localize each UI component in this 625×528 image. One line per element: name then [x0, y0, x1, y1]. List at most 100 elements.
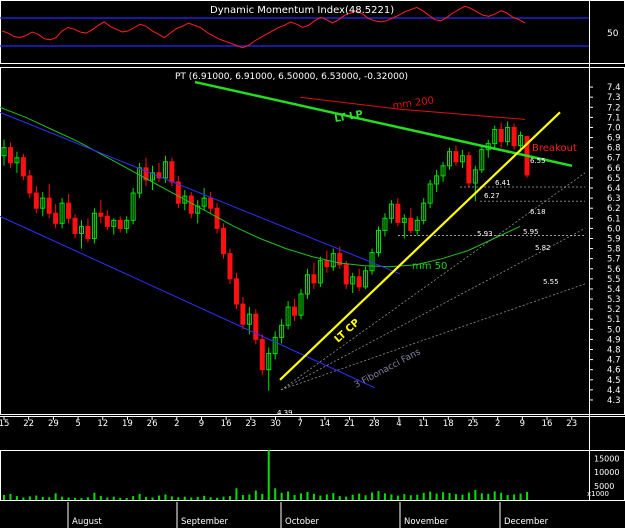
- volume-bar: [274, 488, 277, 500]
- volume-bar: [409, 495, 412, 500]
- x-tick-label: 19: [122, 419, 133, 429]
- x-tick-label: 12: [97, 419, 108, 429]
- candle-body: [104, 215, 110, 227]
- volume-bar: [132, 496, 135, 500]
- volume-bar: [435, 493, 438, 500]
- month-label: August: [72, 517, 102, 527]
- volume-bar: [390, 494, 393, 500]
- price-panel: [0, 80, 586, 391]
- price-y-tick-label: 7.4: [607, 83, 621, 93]
- volume-bar: [480, 493, 483, 500]
- candle-body: [72, 217, 78, 234]
- volume-bar: [345, 496, 348, 500]
- price-title: PT (6.91000, 6.91000, 6.50000, 6.53000, …: [175, 72, 408, 82]
- x-tick-label: 9: [199, 419, 204, 429]
- ma200-label: mm 200: [392, 95, 435, 112]
- volume-bar: [164, 494, 167, 500]
- volume-bar: [454, 494, 457, 500]
- volume-y-tick-label: 15000: [594, 454, 619, 463]
- volume-bar: [248, 494, 251, 500]
- volume-bar: [22, 497, 25, 500]
- price-y-tick-label: 6.9: [607, 134, 621, 144]
- candle-body: [188, 195, 194, 214]
- volume-bar: [190, 497, 193, 500]
- candle-body: [292, 306, 298, 316]
- momentum-ref-label: 50: [607, 29, 619, 39]
- candle-body: [208, 197, 214, 209]
- price-y-tick-label: 5.8: [607, 245, 621, 255]
- month-label: September: [181, 517, 228, 527]
- x-tick-label: 28: [369, 419, 380, 429]
- x-tick-label: 21: [344, 419, 355, 429]
- candle-body: [7, 147, 13, 164]
- x-tick-label: 22: [23, 419, 34, 429]
- volume-bar: [170, 496, 173, 500]
- volume-bar: [364, 495, 367, 500]
- volume-bar: [183, 496, 186, 500]
- candle-body: [240, 303, 246, 325]
- price-y-tick-label: 6.6: [607, 164, 621, 174]
- candle-body: [233, 278, 239, 305]
- fibonacci-fan-line: [280, 172, 586, 391]
- x-tick-label: 18: [443, 419, 454, 429]
- volume-bar: [61, 496, 64, 500]
- volume-panel: [3, 450, 528, 500]
- volume-bar: [28, 496, 31, 500]
- candle-body: [169, 161, 175, 183]
- price-y-tick-label: 4.4: [607, 386, 621, 396]
- volume-bar: [151, 497, 154, 500]
- volume-bar: [15, 496, 18, 500]
- candle-body: [466, 155, 472, 184]
- candle-body: [511, 126, 517, 147]
- x-tick-label: 15: [0, 419, 9, 429]
- volume-bar: [377, 491, 380, 500]
- volume-bar: [474, 490, 477, 500]
- candle-body: [395, 203, 401, 223]
- volume-bar: [325, 494, 328, 500]
- volume-bar: [203, 495, 206, 500]
- level-label-618: 6.18: [530, 208, 546, 216]
- x-tick-label: 11: [418, 419, 429, 429]
- x-tick-label: 5: [75, 419, 80, 429]
- price-y-tick-label: 5.7: [607, 255, 621, 265]
- price-y-tick-label: 5.3: [607, 295, 621, 305]
- volume-bar: [526, 491, 528, 500]
- x-tick-label: 4: [396, 419, 401, 429]
- candle-body: [253, 313, 259, 340]
- x-tick-label: 9: [520, 419, 525, 429]
- price-y-tick-label: 7.0: [607, 123, 621, 133]
- volume-bar: [500, 492, 503, 500]
- level-label-595: 5.95: [523, 228, 539, 236]
- candle-body: [227, 253, 233, 280]
- level-label-655: 6.55: [530, 157, 546, 165]
- level-label-641: 6.41: [495, 179, 511, 187]
- level-label-627: 6.27: [484, 192, 500, 200]
- x-tick-label: 14: [319, 419, 330, 429]
- price-y-tick-label: 7.1: [607, 113, 621, 123]
- price-y-tick-label: 5.2: [607, 305, 621, 315]
- candle-body: [343, 264, 349, 285]
- downtrend-channel-lower: [0, 215, 376, 389]
- lt-cp-line: [279, 111, 561, 381]
- candle-body: [498, 128, 504, 143]
- downtrend-channel-upper: [0, 111, 401, 275]
- x-tick-label: 25: [468, 419, 479, 429]
- volume-bar: [177, 497, 180, 500]
- price-y-tick-label: 7.3: [607, 93, 621, 103]
- volume-bar: [80, 498, 83, 500]
- volume-bar: [157, 495, 160, 500]
- price-y-tick-label: 4.9: [607, 335, 621, 345]
- candle-body: [453, 151, 459, 163]
- volume-bar: [93, 492, 96, 500]
- volume-bar: [312, 493, 315, 500]
- volume-y-tick-label: 10000: [594, 468, 619, 477]
- fibonacci-fan-line: [280, 283, 586, 391]
- volume-bar: [351, 494, 354, 500]
- lt-lp-line: [194, 80, 573, 168]
- volume-bar: [74, 497, 77, 500]
- volume-bar: [371, 492, 374, 500]
- volume-bar: [467, 492, 470, 500]
- candle-body: [356, 276, 362, 288]
- price-y-tick-label: 5.6: [607, 265, 621, 275]
- volume-bar: [293, 495, 296, 500]
